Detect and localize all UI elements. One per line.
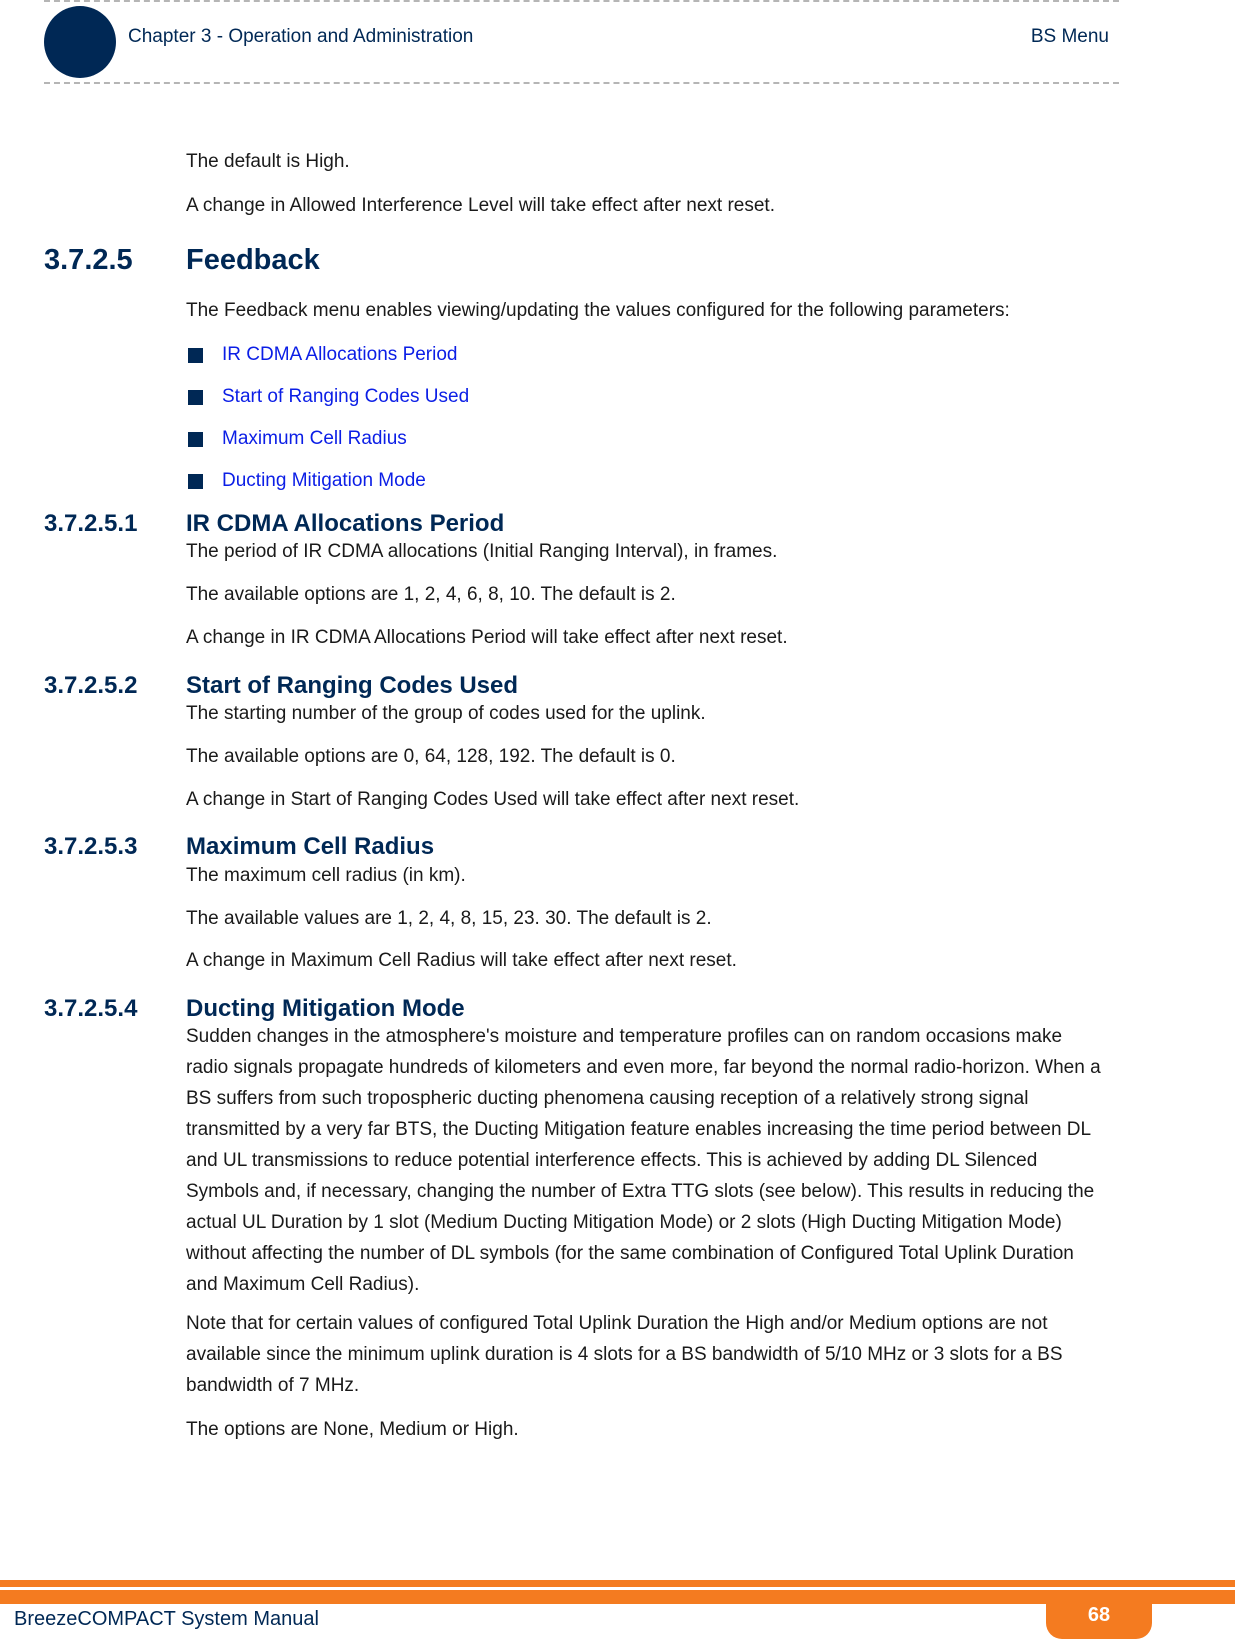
subsection-text: A change in Start of Ranging Codes Used … [186,789,800,810]
link-ir-cdma-allocations-period[interactable]: IR CDMA Allocations Period [222,344,458,366]
link-ducting-mitigation-mode[interactable]: Ducting Mitigation Mode [222,470,426,492]
bullet-item: IR CDMA Allocations Period [188,342,458,368]
subsection-text: The period of IR CDMA allocations (Initi… [186,541,778,562]
chapter-logo-circle [44,6,116,78]
subsection-title: Start of Ranging Codes Used [186,672,519,699]
subsection-text: A change in Maximum Cell Radius will tak… [186,950,737,971]
bullet-square-icon [188,431,203,447]
subsection-paragraph: The options are None, Medium or High. [186,1419,519,1440]
section-number: 3.7.2.5 [44,244,133,276]
subsection-number: 3.7.2.5.1 [44,510,138,537]
bullet-square-icon [188,347,203,363]
intro-reset-note: A change in Allowed Interference Level w… [186,195,775,216]
header-bottom-divider [44,82,1119,84]
header-chapter-title: Chapter 3 - Operation and Administration [128,26,474,47]
header-section-title: BS Menu [1030,26,1109,47]
link-start-of-ranging-codes-used[interactable]: Start of Ranging Codes Used [222,386,469,408]
link-maximum-cell-radius[interactable]: Maximum Cell Radius [222,428,407,450]
subsection-text: The maximum cell radius (in km). [186,865,466,886]
subsection-number: 3.7.2.5.4 [44,995,138,1022]
subsection-paragraph: Note that for certain values of configur… [186,1313,1063,1396]
bullet-item: Start of Ranging Codes Used [188,384,469,410]
subsection-text: The starting number of the group of code… [186,703,706,724]
subsection-number: 3.7.2.5.3 [44,833,138,860]
subsection-number: 3.7.2.5.2 [44,672,138,699]
subsection-title: IR CDMA Allocations Period [186,510,505,537]
footer-thin-bar [0,1580,1235,1587]
section-description: The Feedback menu enables viewing/updati… [186,300,1010,321]
bullet-square-icon [188,389,203,405]
section-title: Feedback [186,244,320,276]
subsection-paragraph: Sudden changes in the atmosphere's moist… [186,1026,1101,1295]
bullet-item: Maximum Cell Radius [188,426,407,452]
page-number: 68 [1087,1604,1111,1626]
bullet-square-icon [188,473,203,489]
header-top-divider [44,0,1119,2]
subsection-title: Ducting Mitigation Mode [186,995,465,1022]
subsection-text: The available options are 0, 64, 128, 19… [186,746,676,767]
intro-default-text: The default is High. [186,151,350,172]
subsection-text: The available options are 1, 2, 4, 6, 8,… [186,584,676,605]
bullet-item: Ducting Mitigation Mode [188,468,426,494]
subsection-title: Maximum Cell Radius [186,833,435,860]
subsection-text: The available values are 1, 2, 4, 8, 15,… [186,908,712,929]
subsection-text: A change in IR CDMA Allocations Period w… [186,627,788,648]
footer-manual-title: BreezeCOMPACT System Manual [14,1608,319,1630]
